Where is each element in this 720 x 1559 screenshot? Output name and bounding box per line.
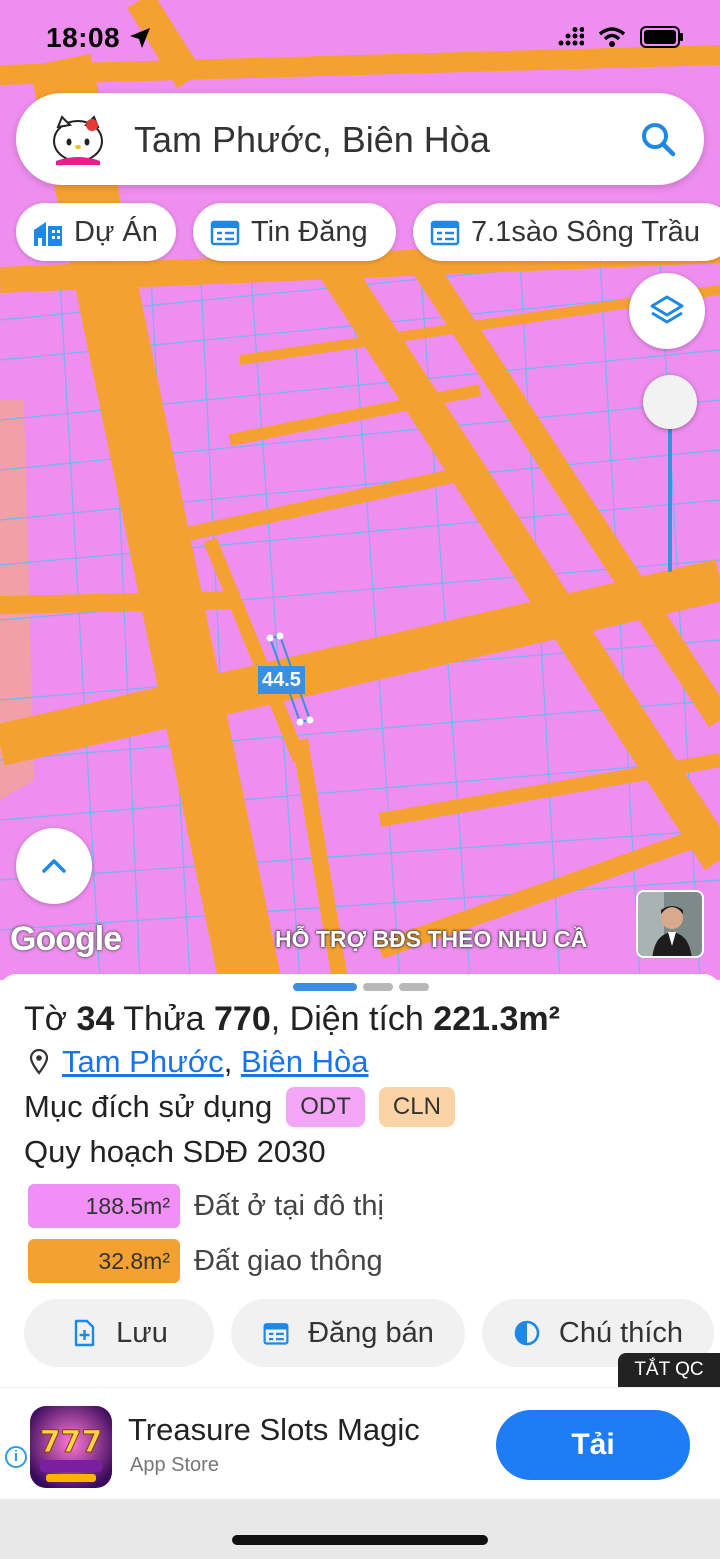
city-link[interactable]: Biên Hòa (241, 1044, 369, 1080)
search-input[interactable]: Tam Phước, Biên Hòa (134, 119, 490, 161)
user-avatar-icon[interactable] (52, 113, 104, 165)
layers-icon (650, 295, 684, 324)
tag-odt[interactable]: ODT (286, 1087, 365, 1127)
listing-icon (210, 220, 240, 246)
contrast-icon (514, 1320, 540, 1346)
search-bar[interactable]: Tam Phước, Biên Hòa (16, 93, 704, 185)
pager-dot-active[interactable] (293, 983, 357, 991)
google-logo: Google (10, 920, 122, 958)
post-for-sale-button[interactable]: Đăng bán (231, 1299, 465, 1367)
ad-subtitle: App Store (130, 1454, 219, 1476)
home-indicator[interactable] (232, 1535, 488, 1545)
parcel-title: Tờ 34 Thửa 770, Diện tích 221.3m² (24, 1000, 560, 1039)
land-use-row: Mục đích sử dụng ODT CLN (24, 1087, 455, 1127)
legend-label: Chú thích (558, 1316, 684, 1349)
ad-app-icon[interactable]: 777 (30, 1406, 112, 1488)
battery-icon (640, 26, 683, 48)
chip-label: Tin Đăng (251, 215, 368, 248)
location-pin-icon (29, 1049, 49, 1075)
parcel-info-sheet: Tờ 34 Thửa 770, Diện tích 221.3m² Tam Ph… (0, 974, 720, 1394)
vertex-handle[interactable] (306, 716, 314, 724)
parcel-word: Thửa (123, 1000, 205, 1038)
agent-avatar-icon (638, 892, 702, 956)
pager-dot[interactable] (363, 983, 393, 991)
planning-area-row: 188.5m² Đất ở tại đô thị (28, 1184, 384, 1228)
location-arrow-icon (130, 28, 150, 48)
ad-title[interactable]: Treasure Slots Magic (128, 1412, 420, 1448)
hide-ad-button[interactable]: TẮT QC (618, 1353, 720, 1387)
land-use-label: Mục đích sử dụng (24, 1089, 273, 1124)
sheet-word: Tờ (24, 1000, 68, 1038)
post-label: Đăng bán (308, 1316, 434, 1349)
chip-label: Dự Án (74, 215, 158, 248)
save-label: Lưu (116, 1316, 168, 1349)
vertex-handle[interactable] (276, 632, 284, 640)
layers-button[interactable] (629, 273, 705, 349)
parcel-number: 770 (214, 1000, 271, 1038)
agent-photo[interactable] (636, 890, 704, 958)
area-value: 221.3m² (433, 1000, 560, 1038)
listing-icon (263, 1323, 289, 1345)
wifi-icon (598, 27, 626, 47)
chip-listing-song-trau[interactable]: 7.1sào Sông Trầu (413, 203, 720, 261)
chip-listings[interactable]: Tin Đăng (193, 203, 396, 261)
save-button[interactable]: Lưu (24, 1299, 214, 1367)
status-bar: 18:08 (0, 0, 720, 80)
planning-area-row: 32.8m² Đất giao thông (28, 1239, 383, 1283)
ward-link[interactable]: Tam Phước (62, 1044, 224, 1080)
location-row: Tam Phước, Biên Hòa (28, 1044, 368, 1080)
ad-download-button[interactable]: Tải (496, 1410, 690, 1480)
vertex-handle[interactable] (266, 634, 274, 642)
expand-sheet-button[interactable] (16, 828, 92, 904)
chevron-up-icon (42, 859, 66, 873)
ad-icon-text: 777 (40, 1425, 103, 1460)
listing-icon (430, 220, 460, 246)
slot-game-icon: 777 (30, 1406, 112, 1488)
area-value-box: 32.8m² (28, 1239, 180, 1283)
home-indicator-area (0, 1499, 720, 1559)
chip-projects[interactable]: Dự Án (16, 203, 176, 261)
status-icons (558, 26, 684, 48)
map-view[interactable]: 44.5 18:08 Tam Phước, Biên Hòa Dự Án Tin… (0, 0, 720, 980)
area-value-box: 188.5m² (28, 1184, 180, 1228)
chip-label: 7.1sào Sông Trầu (471, 215, 700, 248)
ad-banner[interactable]: i 777 Treasure Slots Magic App Store Tải (0, 1387, 720, 1499)
building-icon (34, 222, 62, 246)
area-description: Đất ở tại đô thị (194, 1189, 384, 1222)
area-description: Đất giao thông (194, 1244, 383, 1277)
add-document-icon (74, 1319, 95, 1347)
area-word: , Diện tích (270, 1000, 424, 1038)
ad-info-icon[interactable]: i (5, 1446, 27, 1468)
vertex-handle[interactable] (296, 718, 304, 726)
sheet-pager[interactable] (293, 983, 429, 991)
location-separator: , (223, 1044, 233, 1079)
signal-icon (558, 27, 584, 46)
measure-label: 44.5 (258, 666, 305, 694)
planning-label: Quy hoạch SDĐ 2030 (24, 1134, 326, 1169)
opacity-slider-handle[interactable] (643, 375, 697, 429)
status-time: 18:08 (46, 22, 121, 53)
search-icon[interactable] (638, 119, 678, 159)
pager-dot[interactable] (399, 983, 429, 991)
watermark-text: HỖ TRỢ BĐS THEO NHU CẦ (275, 926, 588, 952)
sheet-number: 34 (76, 1000, 115, 1038)
tag-cln[interactable]: CLN (378, 1087, 455, 1127)
